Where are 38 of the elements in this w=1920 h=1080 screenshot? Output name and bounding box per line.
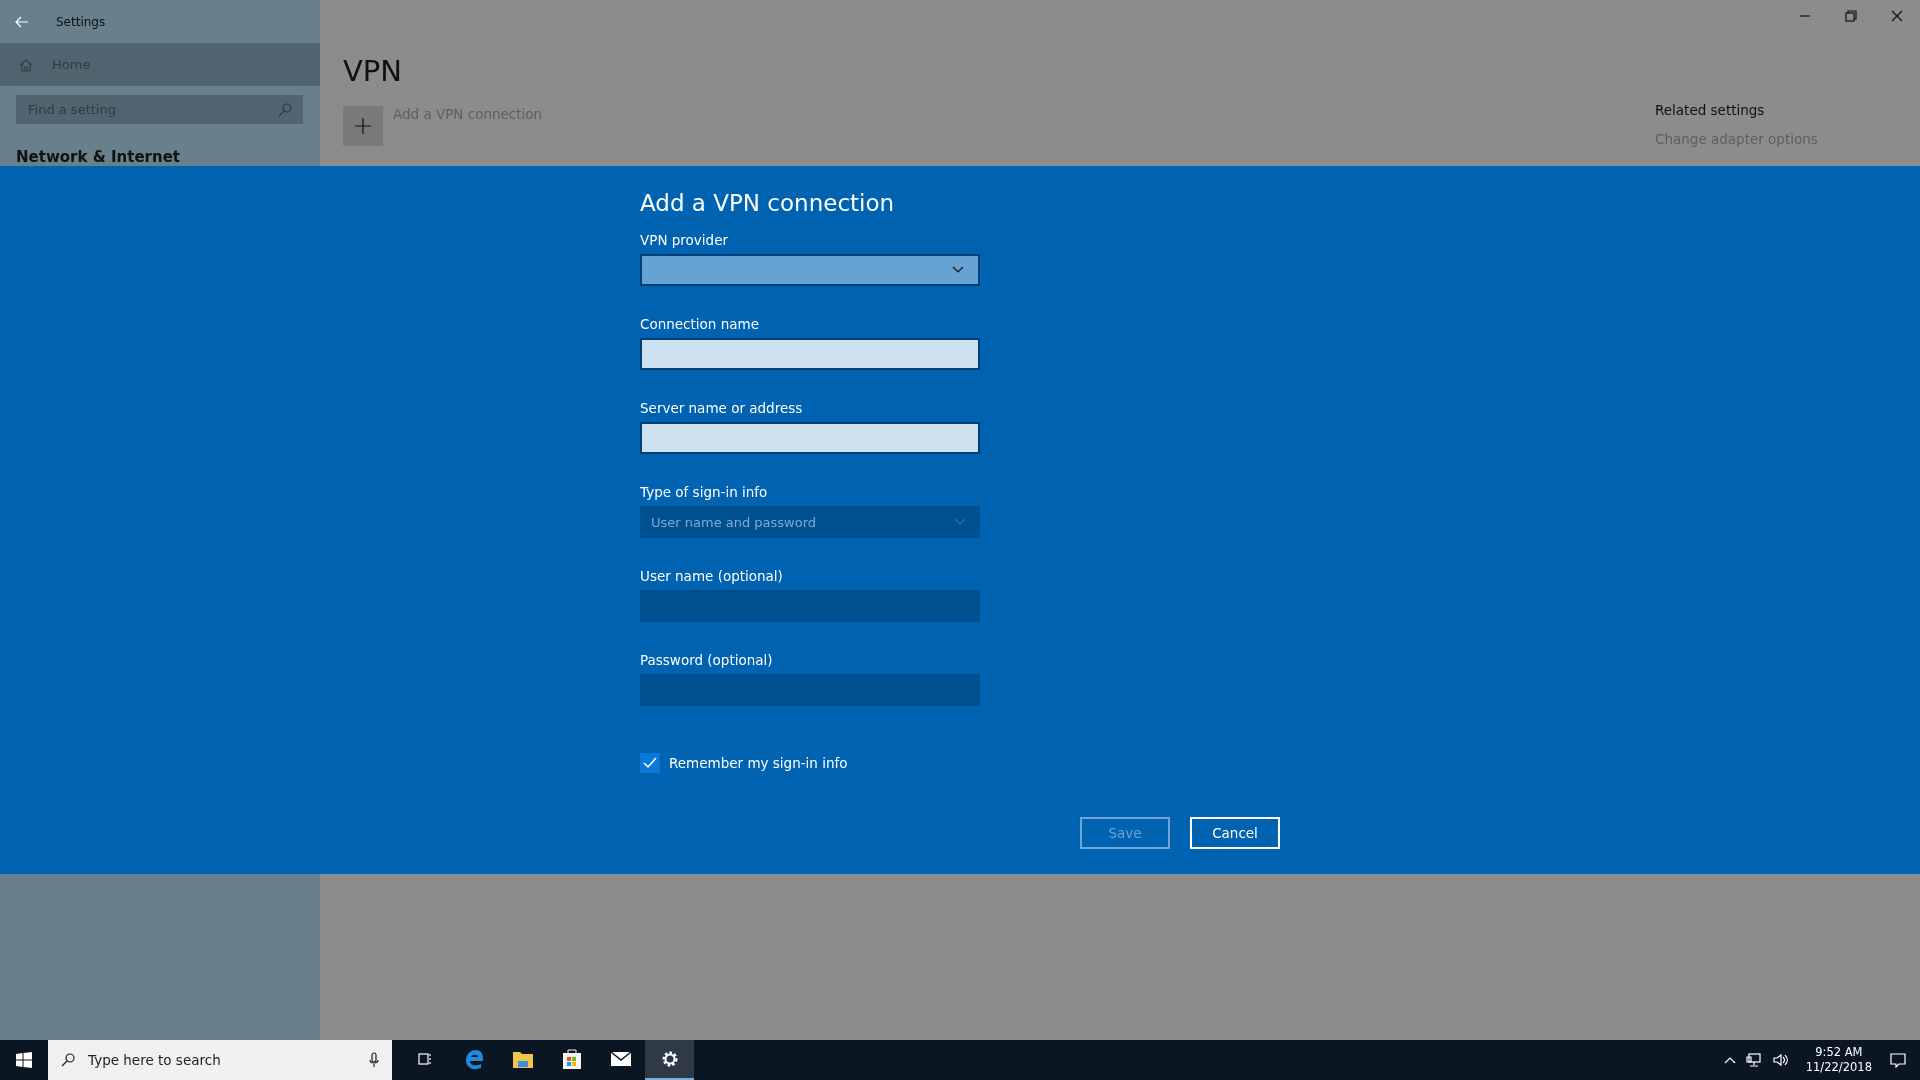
- dialog-title: Add a VPN connection: [640, 190, 896, 216]
- input-field[interactable]: [640, 338, 980, 370]
- taskbar-app-button[interactable]: [645, 1040, 694, 1080]
- field-label: Password (optional): [640, 652, 774, 668]
- chevron-up-icon: [1723, 1056, 1736, 1064]
- folder-icon: [511, 1049, 534, 1069]
- plus-icon: [354, 117, 372, 135]
- close-icon: [1891, 10, 1903, 22]
- microphone-icon: [366, 1052, 382, 1068]
- field-label: VPN provider: [640, 232, 729, 248]
- related-settings-heading: Related settings: [1655, 102, 1766, 118]
- notifications-icon: [1890, 1052, 1906, 1068]
- search-icon: [277, 101, 293, 118]
- shopping-bag-icon: [561, 1048, 582, 1070]
- checkbox[interactable]: [640, 753, 660, 773]
- envelope-icon: [609, 1051, 632, 1067]
- window-title: Settings: [56, 14, 106, 29]
- dropdown[interactable]: [640, 254, 980, 286]
- chevron-down-icon: [952, 266, 964, 274]
- network-icon: [1745, 1052, 1762, 1068]
- taskbar-search-field[interactable]: Type here to search: [48, 1040, 392, 1080]
- search-icon: [60, 1052, 76, 1068]
- field-label: User name (optional): [640, 568, 784, 584]
- page-title: VPN: [343, 54, 404, 88]
- task-view-icon: [416, 1051, 433, 1067]
- volume-icon: [1771, 1052, 1788, 1068]
- check-icon: [643, 757, 657, 769]
- field-label: Type of sign-in info: [640, 484, 769, 500]
- windows-icon: [16, 1052, 32, 1068]
- field-label: Connection name: [640, 316, 760, 332]
- chevron-down-icon: [954, 518, 966, 526]
- input-field[interactable]: [640, 422, 980, 454]
- cancel-button[interactable]: Cancel: [1190, 817, 1280, 849]
- checkbox-label[interactable]: Remember my sign-in info: [669, 755, 848, 771]
- section-heading: Network & Internet: [16, 148, 181, 166]
- field-label: Server name or address: [640, 400, 804, 416]
- clock[interactable]: 9:52 AM 11/22/2018: [1805, 1045, 1872, 1075]
- restore-icon: [1845, 10, 1857, 22]
